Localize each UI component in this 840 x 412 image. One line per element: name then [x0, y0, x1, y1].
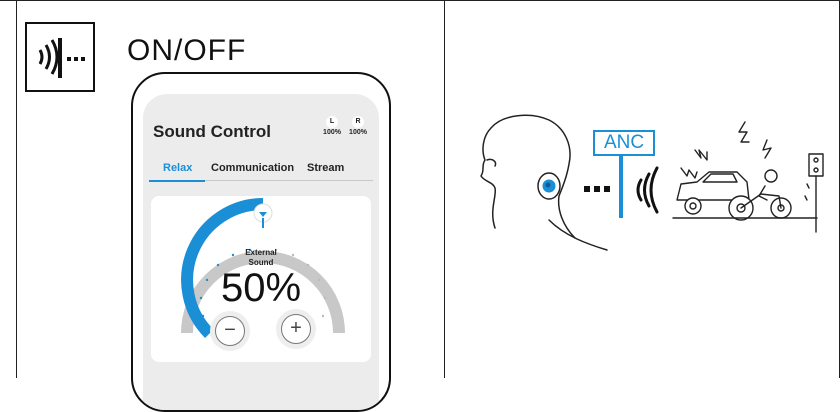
mode-tabs: Relax Communication Stream — [149, 160, 373, 182]
battery-right-level: 100% — [349, 129, 367, 136]
phone-mockup: Sound Control L 100% R 100% Relax Commun… — [131, 72, 391, 412]
tab-stream[interactable]: Stream — [307, 162, 344, 174]
battery-right: R 100% — [347, 116, 369, 136]
dial-knob[interactable] — [253, 203, 273, 228]
signal-dots-icon — [584, 186, 610, 192]
traffic-scene-icon — [672, 121, 824, 233]
left-border — [16, 0, 17, 378]
app-screen: Sound Control L 100% R 100% Relax Commun… — [143, 94, 379, 410]
sound-waves-icon — [636, 166, 659, 214]
tab-communication[interactable]: Communication — [211, 162, 294, 174]
ambient-sound-toggle-icon — [25, 22, 95, 92]
battery-left-level: 100% — [323, 129, 341, 136]
external-sound-label: External Sound — [151, 248, 371, 268]
external-sound-value: 50% — [220, 266, 302, 310]
battery-right-side: R — [352, 116, 364, 128]
decrease-button[interactable]: − — [215, 316, 245, 346]
earbud-icon — [537, 172, 561, 200]
external-sound-label-line1: External — [245, 248, 277, 257]
anc-label: ANC — [593, 130, 655, 156]
anc-barrier — [619, 150, 623, 218]
app-title: Sound Control — [153, 122, 272, 141]
active-tab-indicator — [149, 180, 205, 182]
anc-illustration — [480, 114, 824, 251]
external-sound-card: External Sound 50% − + — [151, 196, 371, 362]
tab-relax[interactable]: Relax — [163, 162, 192, 174]
battery-left-side: L — [326, 116, 338, 128]
battery-left: L 100% — [321, 116, 343, 136]
increase-button[interactable]: + — [281, 314, 311, 344]
mode-heading: ON/OFF — [127, 34, 247, 67]
